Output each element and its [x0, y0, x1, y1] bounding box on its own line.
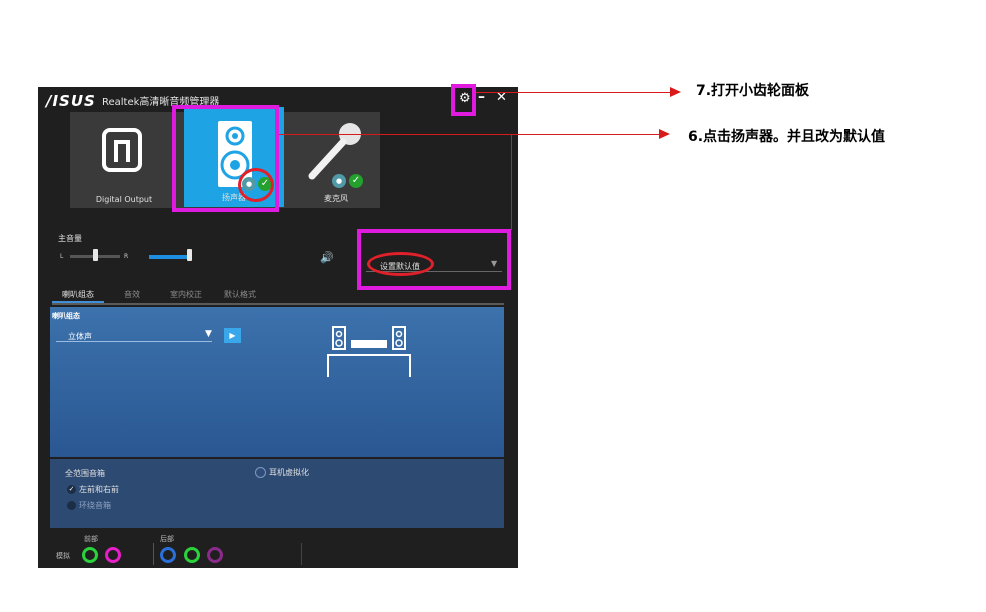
front-ports-label: 前部	[84, 535, 98, 543]
tab-room-correction[interactable]: 室内校正	[170, 289, 202, 300]
checkbox-icon	[255, 467, 266, 478]
rear-purple-jack[interactable]	[207, 547, 223, 563]
surround-label: 环绕音箱	[79, 501, 111, 510]
check-icon: ✓	[67, 485, 76, 494]
balance-left-label: L	[60, 253, 64, 260]
microphone-icon	[308, 123, 361, 180]
speaker-config-title: 喇叭组态	[52, 312, 80, 320]
tab-sound-effects[interactable]: 音效	[124, 289, 140, 300]
checkbox-icon	[67, 501, 76, 510]
chevron-down-icon[interactable]: ▼	[205, 329, 212, 339]
play-test-button[interactable]: ▶	[224, 328, 241, 343]
annotation-step-7: 7.打开小齿轮面板	[696, 83, 810, 99]
tab-speaker-config[interactable]: 喇叭组态	[62, 289, 94, 300]
headphone-virtualization-label: 耳机虚拟化	[269, 468, 309, 477]
main-volume-label: 主音量	[58, 234, 82, 243]
arrow-line	[476, 92, 671, 93]
volume-slider-track[interactable]	[149, 255, 191, 259]
speaker-layout-icon	[327, 326, 411, 377]
front-lr-label: 左前和右前	[79, 485, 119, 494]
front-lr-checkbox[interactable]: ✓ 左前和右前	[67, 484, 119, 495]
tab-default-format[interactable]: 默认格式	[224, 289, 256, 300]
front-green-jack[interactable]	[82, 547, 98, 563]
default-check-icon: ✓	[349, 174, 363, 188]
asus-logo: /ISUS	[46, 92, 96, 110]
arrow-head	[670, 87, 681, 97]
balance-right-label: R	[124, 253, 129, 260]
fullrange-title: 全范围音箱	[65, 469, 105, 478]
volume-icon[interactable]: 🔊	[320, 251, 334, 264]
rear-blue-jack[interactable]	[160, 547, 176, 563]
rear-ports-label: 后部	[160, 535, 174, 543]
annotation-step-6: 6.点击扬声器。并且改为默认值	[688, 129, 886, 145]
device-label: 麦克风	[324, 194, 348, 203]
front-pink-jack[interactable]	[105, 547, 121, 563]
analog-label: 模拟	[56, 552, 70, 560]
device-microphone[interactable]: ● ✓ 麦克风	[292, 112, 380, 208]
arrow-connector	[511, 134, 512, 230]
chat-icon: ●	[332, 174, 346, 188]
speaker-config-value[interactable]: 立体声	[68, 331, 92, 342]
arrow-head	[659, 129, 670, 139]
headphone-virtualization-checkbox[interactable]: 耳机虚拟化	[255, 467, 309, 478]
device-digital-output[interactable]: Digital Output	[74, 112, 174, 208]
surround-checkbox[interactable]: 环绕音箱	[67, 500, 111, 511]
rear-green-jack[interactable]	[184, 547, 200, 563]
default-circle-mark	[367, 252, 434, 276]
active-tab-indicator	[52, 301, 104, 303]
arrow-line	[279, 134, 660, 135]
digital-output-icon	[102, 128, 142, 172]
balance-slider-handle[interactable]	[93, 249, 98, 261]
port-divider	[301, 543, 302, 565]
device-label: Digital Output	[95, 195, 153, 204]
check-circle-mark	[238, 168, 274, 202]
gear-highlight-box	[451, 84, 476, 116]
volume-slider-handle[interactable]	[187, 249, 192, 261]
port-divider	[153, 543, 154, 565]
